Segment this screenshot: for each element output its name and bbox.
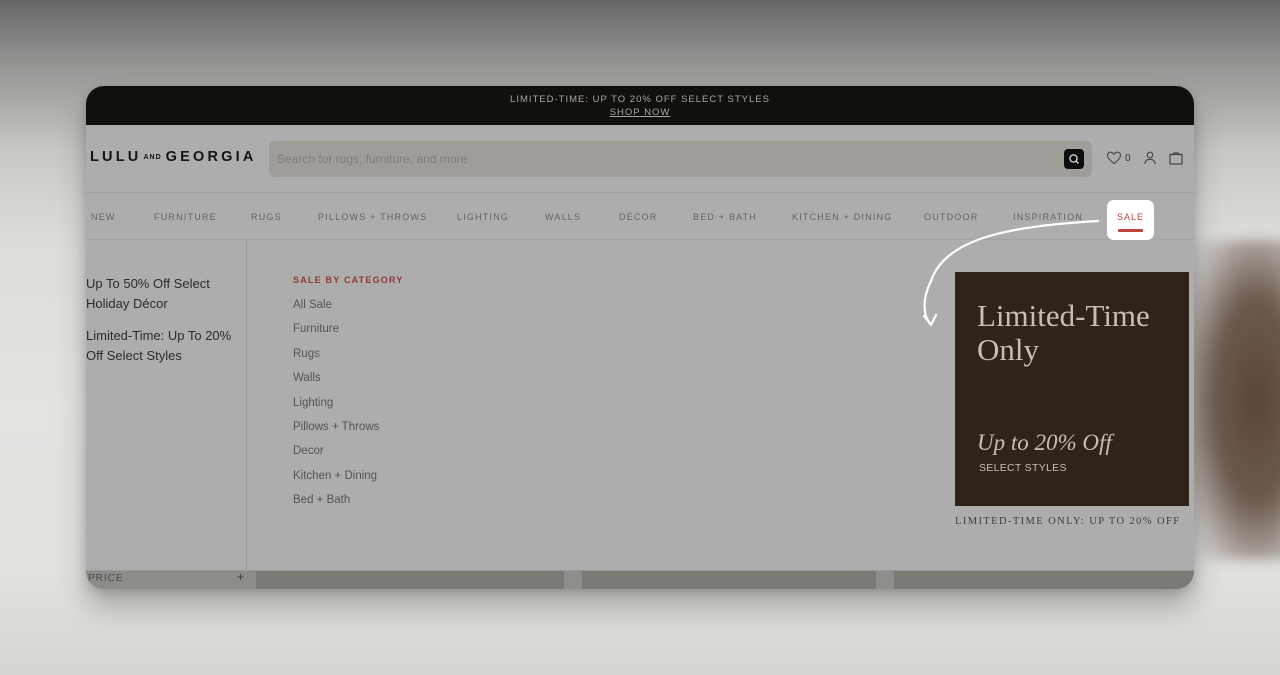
filter-row: PRICE + xyxy=(86,570,1194,589)
user-icon xyxy=(1144,151,1156,165)
nav-furniture[interactable]: FURNITURE xyxy=(154,212,217,222)
wishlist-count: 0 xyxy=(1125,153,1131,164)
promo-text: LIMITED-TIME: UP TO 20% OFF SELECT STYLE… xyxy=(510,94,770,105)
promo-card[interactable]: Limited-Time Only Up to 20% Off SELECT S… xyxy=(955,272,1189,506)
logo-georgia: GEORGIA xyxy=(165,149,257,165)
background-blur xyxy=(1190,240,1280,560)
category-heading: SALE BY CATEGORY xyxy=(293,275,404,285)
nav-new[interactable]: NEW xyxy=(91,212,116,222)
product-tile[interactable] xyxy=(582,571,876,589)
search-input[interactable] xyxy=(277,141,1057,177)
category-link[interactable]: Walls xyxy=(293,372,379,396)
nav-rugs[interactable]: RUGS xyxy=(251,212,282,222)
logo-lulu: LULU xyxy=(90,149,142,165)
sidebar-link-holiday-decor[interactable]: Up To 50% Off Select Holiday Décor xyxy=(86,274,236,313)
promo-caption[interactable]: LIMITED-TIME ONLY: UP TO 20% OFF xyxy=(955,516,1180,527)
nav-sale[interactable]: SALE xyxy=(1107,200,1154,240)
category-link[interactable]: Rugs xyxy=(293,348,379,372)
account-button[interactable] xyxy=(1143,150,1157,171)
browser-window: LIMITED-TIME: UP TO 20% OFF SELECT STYLE… xyxy=(86,86,1194,589)
category-link[interactable]: Furniture xyxy=(293,323,379,347)
nav-decor[interactable]: DÉCOR xyxy=(619,212,658,222)
logo-and: AND xyxy=(143,154,162,161)
nav-kitchen-dining[interactable]: KITCHEN + DINING xyxy=(792,212,892,222)
plus-icon[interactable]: + xyxy=(237,570,244,584)
nav-outdoor[interactable]: OUTDOOR xyxy=(924,212,978,222)
search-button[interactable] xyxy=(1064,149,1084,169)
mega-sidebar: Up To 50% Off Select Holiday Décor Limit… xyxy=(86,240,247,570)
grid-gap xyxy=(564,571,582,589)
product-tile[interactable] xyxy=(270,571,564,589)
price-filter[interactable]: PRICE + xyxy=(86,570,256,589)
category-link[interactable]: Bed + Bath xyxy=(293,494,379,518)
category-link[interactable]: Decor xyxy=(293,445,379,469)
shopping-bag-icon xyxy=(1169,152,1183,165)
site-header: LULUANDGEORGIA 0 xyxy=(86,125,1194,193)
category-link[interactable]: Kitchen + Dining xyxy=(293,470,379,494)
main-nav: NEW FURNITURE RUGS PILLOWS + THROWS LIGH… xyxy=(86,194,1194,240)
nav-pillows-throws[interactable]: PILLOWS + THROWS xyxy=(318,212,427,222)
promo-offer: Up to 20% Off xyxy=(977,430,1112,455)
product-tile[interactable] xyxy=(894,571,1194,589)
category-link[interactable]: Lighting xyxy=(293,397,379,421)
search-icon xyxy=(1069,154,1079,164)
promo-bar: LIMITED-TIME: UP TO 20% OFF SELECT STYLE… xyxy=(86,86,1194,125)
nav-bed-bath[interactable]: BED + BATH xyxy=(693,212,757,222)
nav-walls[interactable]: WALLS xyxy=(545,212,581,222)
wishlist-button[interactable]: 0 xyxy=(1106,150,1131,171)
category-link[interactable]: All Sale xyxy=(293,299,379,323)
cart-button[interactable] xyxy=(1168,150,1184,171)
price-filter-label: PRICE xyxy=(88,573,124,584)
promo-title: Limited-Time Only xyxy=(977,298,1150,367)
nav-sale-label: SALE xyxy=(1116,212,1144,222)
search-bar xyxy=(269,141,1092,177)
heart-icon xyxy=(1106,151,1122,165)
logo[interactable]: LULU AND GEORGIA xyxy=(90,149,257,165)
shop-now-link[interactable]: SHOP NOW xyxy=(86,107,1194,118)
promo-subtitle: SELECT STYLES xyxy=(979,462,1067,474)
category-list: All Sale Furniture Rugs Walls Lighting P… xyxy=(293,299,379,519)
sale-mega-menu: Up To 50% Off Select Holiday Décor Limit… xyxy=(86,240,1194,570)
active-underline xyxy=(1118,229,1143,232)
nav-lighting[interactable]: LIGHTING xyxy=(457,212,509,222)
grid-gap xyxy=(876,571,894,589)
sidebar-link-limited-time[interactable]: Limited-Time: Up To 20% Off Select Style… xyxy=(86,326,236,365)
nav-inspiration[interactable]: INSPIRATION xyxy=(1013,212,1083,222)
category-link[interactable]: Pillows + Throws xyxy=(293,421,379,445)
